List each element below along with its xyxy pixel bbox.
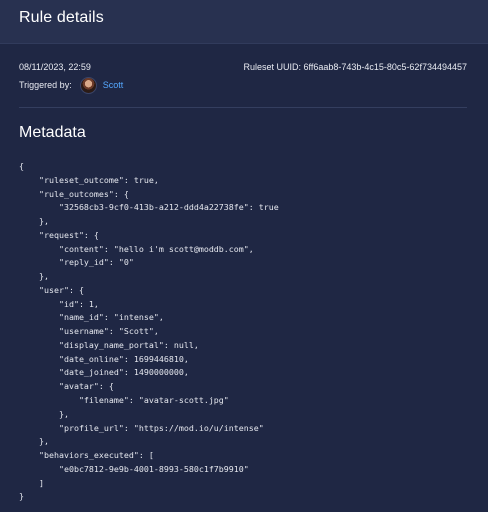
metadata-title: Metadata [19, 124, 86, 141]
divider [19, 107, 467, 108]
triggered-by: Triggered by: Scott [19, 76, 123, 94]
page-header: Rule details [0, 0, 488, 44]
page-title: Rule details [19, 9, 104, 26]
timestamp: 08/11/2023, 22:59 [19, 62, 91, 72]
ruleset-uuid: Ruleset UUID: 6ff6aab8-743b-4c15-80c5-62… [243, 62, 468, 72]
user-link[interactable]: Scott [103, 80, 124, 90]
avatar[interactable] [79, 76, 97, 94]
metadata-json: { "ruleset_outcome": true, "rule_outcome… [19, 161, 279, 502]
triggered-by-label: Triggered by: [19, 80, 72, 90]
